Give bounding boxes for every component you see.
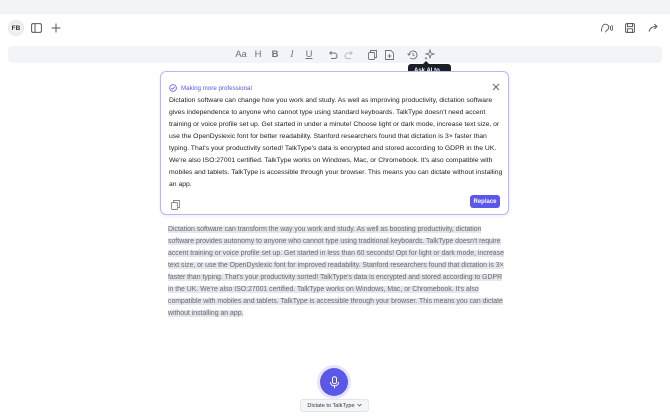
heading-button[interactable]: H <box>250 46 267 63</box>
share-icon[interactable] <box>646 20 662 36</box>
font-size-button[interactable]: Aa <box>233 46 250 63</box>
bold-button[interactable]: B <box>267 46 284 63</box>
ai-rewrite-panel: Making more professional Dictation softw… <box>160 71 509 215</box>
new-document-icon[interactable] <box>48 20 64 36</box>
ai-suggestion-text: Dictation software can change how you wo… <box>169 97 503 188</box>
ai-status-text: Making more professional <box>181 84 252 92</box>
save-icon[interactable] <box>622 20 638 36</box>
close-icon[interactable] <box>492 78 500 96</box>
chevron-down-icon <box>356 403 362 409</box>
dictate-target-label: Dictate to TalkType <box>307 402 355 409</box>
header: FB <box>0 14 670 42</box>
top-strip <box>0 0 670 14</box>
export-document-icon[interactable] <box>381 46 398 63</box>
dictate-target-select[interactable]: Dictate to TalkType <box>300 399 369 412</box>
document-editor[interactable]: Dictation software can transform the way… <box>168 224 504 320</box>
formatting-toolbar: Aa H B I U <box>8 46 662 63</box>
redo-icon[interactable] <box>341 46 358 63</box>
copy-suggestion-icon[interactable] <box>171 197 180 215</box>
underline-button[interactable]: U <box>301 46 318 63</box>
microphone-icon <box>329 375 339 388</box>
undo-icon[interactable] <box>324 46 341 63</box>
history-icon[interactable] <box>404 46 421 63</box>
document-text: Dictation software can transform the way… <box>168 226 504 317</box>
sidebar-toggle-icon[interactable] <box>28 20 44 36</box>
replace-button[interactable]: Replace <box>470 195 500 208</box>
italic-button[interactable]: I <box>284 46 301 63</box>
microphone-button[interactable] <box>320 368 348 396</box>
avatar[interactable]: FB <box>8 20 24 36</box>
read-aloud-icon[interactable] <box>598 20 614 36</box>
copy-icon[interactable] <box>364 46 381 63</box>
